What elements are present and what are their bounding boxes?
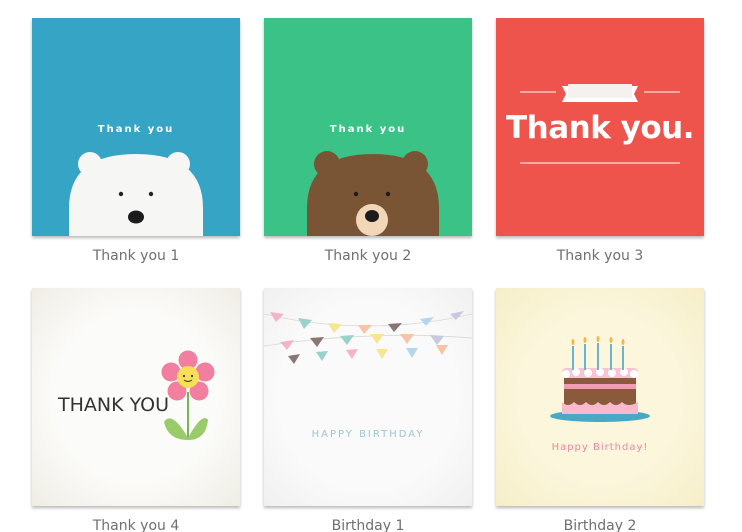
cake-illustration — [550, 336, 650, 422]
flower-illustration — [161, 350, 215, 440]
card-caption: Thank you 3 — [556, 248, 644, 264]
card-thank-you-1[interactable]: Thank you Thank you 1 — [32, 18, 240, 264]
card-thank-you-2[interactable]: Thank you Thank you 2 — [264, 18, 472, 264]
card-caption: Birthday 1 — [331, 518, 405, 532]
card-thank-you-3[interactable]: Thank you. Thank you 3 — [496, 18, 704, 264]
card-thumbnail: Happy Birthday! — [496, 288, 704, 506]
card-thumbnail: Thank you. — [496, 18, 704, 236]
card-thumbnail: Thank you — [264, 18, 472, 236]
card-thank-you-4[interactable]: THANK YOU Thank you 4 — [32, 288, 240, 532]
card-thumbnail: THANK YOU — [32, 288, 240, 506]
card-text: Happy Birthday! — [551, 442, 649, 453]
card-text: HAPPY BIRTHDAY — [311, 429, 425, 440]
card-caption: Thank you 1 — [92, 248, 180, 264]
polar-bear-illustration — [69, 152, 203, 236]
card-birthday-2[interactable]: Happy Birthday! Birthday 2 — [496, 288, 704, 532]
card-caption: Birthday 2 — [563, 518, 637, 532]
card-thumbnail: Thank you — [32, 18, 240, 236]
bunting-illustration — [264, 311, 472, 364]
card-text: Thank you. — [506, 110, 694, 146]
brown-bear-illustration — [307, 151, 439, 236]
card-caption: Thank you 4 — [92, 518, 180, 532]
card-caption: Thank you 2 — [324, 248, 412, 264]
card-birthday-1[interactable]: HAPPY BIRTHDAY Birthday 1 — [264, 288, 472, 532]
card-thumbnail: HAPPY BIRTHDAY — [264, 288, 472, 506]
